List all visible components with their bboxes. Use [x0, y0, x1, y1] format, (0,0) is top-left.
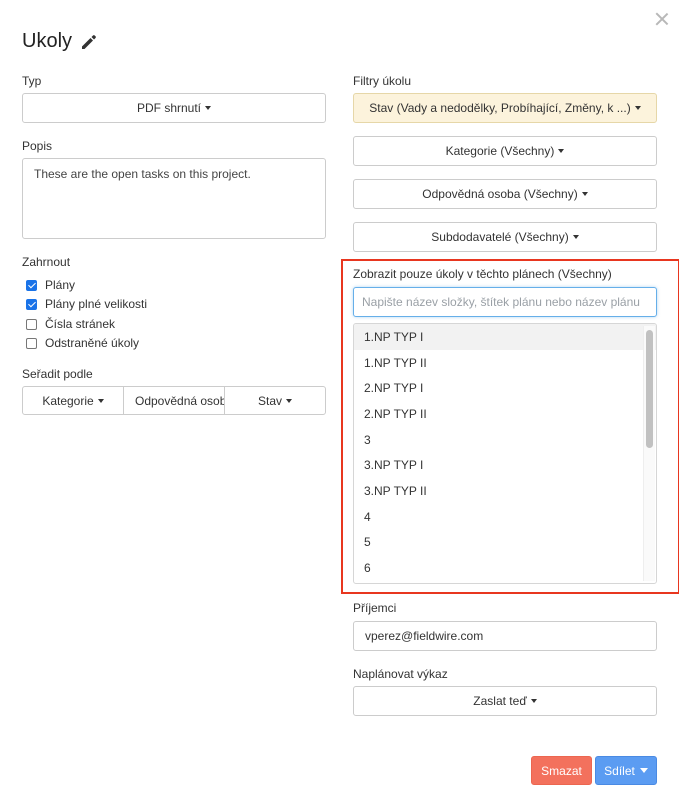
subcontractor-filter-dropdown[interactable]: Subdodavatelé (Všechny): [353, 222, 657, 252]
sort-button-label: Stav: [257, 393, 282, 408]
filters-label: Filtry úkolu: [353, 74, 412, 88]
plans-list-item[interactable]: 4: [354, 504, 656, 530]
include-option-deleted-tasks[interactable]: Odstraněné úkoly: [26, 336, 139, 350]
caret-down-icon: [558, 149, 565, 153]
include-option-plans[interactable]: Plány: [26, 278, 75, 292]
checkbox-checked-icon[interactable]: [26, 298, 37, 310]
plans-list-item[interactable]: 5: [354, 530, 656, 556]
schedule-dropdown[interactable]: Zaslat teď: [353, 686, 657, 716]
share-button-label: Sdílet: [604, 763, 635, 778]
include-option-label: Plány plné velikosti: [45, 297, 148, 311]
plans-list-item[interactable]: 3.NP TYP I: [354, 452, 656, 478]
caret-down-icon: [97, 398, 104, 403]
plans-search-input[interactable]: [353, 287, 657, 317]
category-filter-dropdown[interactable]: Kategorie (Všechny): [353, 136, 657, 166]
plans-list-item[interactable]: 3.NP TYP II: [354, 478, 656, 504]
recipients-input[interactable]: vperez@fieldwire.com: [353, 621, 657, 651]
caret-down-icon: [634, 106, 641, 110]
plans-list-item[interactable]: 2.NP TYP I: [354, 375, 656, 401]
sort-by-assignee-button[interactable]: Odpovědná osoba: [123, 386, 225, 415]
include-option-label: Odstraněné úkoly: [45, 336, 140, 350]
assignee-filter-label: Odpovědná osoba (Všechny): [422, 187, 578, 201]
modal-header: Ukoly: [22, 30, 98, 53]
caret-down-icon: [639, 768, 648, 773]
caret-down-icon: [286, 398, 292, 403]
plans-list[interactable]: 1.NP TYP I 1.NP TYP II 2.NP TYP I 2.NP T…: [353, 323, 657, 584]
type-dropdown[interactable]: PDF shrnutí: [22, 93, 326, 123]
close-icon[interactable]: [653, 10, 671, 28]
assignee-filter-dropdown[interactable]: Odpovědná osoba (Všechny): [353, 179, 657, 209]
delete-button-label: Smazat: [541, 763, 582, 778]
plans-list-item[interactable]: 1.NP TYP I: [354, 324, 656, 350]
checkbox-unchecked-icon[interactable]: [26, 337, 37, 349]
plans-list-item[interactable]: 6: [354, 555, 656, 581]
category-filter-label: Kategorie (Všechny): [445, 144, 555, 158]
share-button[interactable]: Sdílet: [595, 756, 657, 785]
sort-by-category-button[interactable]: Kategorie: [22, 386, 124, 415]
pencil-icon[interactable]: [80, 33, 98, 51]
include-label: Zahrnout: [22, 255, 71, 269]
caret-down-icon: [530, 699, 537, 703]
status-filter-label: Stav (Vady a nedodělky, Probíhající, Změ…: [369, 101, 631, 115]
include-option-full-size-plans[interactable]: Plány plné velikosti: [26, 297, 147, 311]
type-dropdown-label: PDF shrnutí: [136, 101, 202, 115]
sort-label: Seřadit podle: [22, 367, 93, 381]
scrollbar-thumb[interactable]: [646, 330, 653, 448]
description-textarea[interactable]: These are the open tasks on this project…: [22, 158, 326, 239]
checkbox-checked-icon[interactable]: [26, 279, 37, 291]
description-label: Popis: [22, 139, 53, 153]
sort-button-label: Kategorie: [42, 393, 94, 408]
plans-list-scrollbar[interactable]: [643, 326, 655, 581]
include-option-label: Plány: [45, 278, 76, 292]
schedule-label: Naplánovat výkaz: [353, 667, 448, 681]
sort-button-group: Kategorie Odpovědná osoba Stav: [22, 386, 326, 415]
checkbox-unchecked-icon[interactable]: [26, 318, 37, 330]
sort-by-status-button[interactable]: Stav: [224, 386, 326, 415]
schedule-dropdown-label: Zaslat teď: [473, 694, 527, 708]
modal-title: Ukoly: [22, 30, 73, 52]
include-option-page-numbers[interactable]: Čísla stránek: [26, 317, 115, 331]
include-option-label: Čísla stránek: [45, 317, 116, 331]
plans-filter-label: Zobrazit pouze úkoly v těchto plánech (V…: [353, 267, 612, 281]
delete-button[interactable]: Smazat: [531, 756, 592, 785]
recipients-label: Příjemci: [353, 601, 397, 615]
subcontractor-filter-label: Subdodavatelé (Všechny): [431, 230, 569, 244]
status-filter-dropdown[interactable]: Stav (Vady a nedodělky, Probíhající, Změ…: [353, 93, 657, 123]
caret-down-icon: [572, 235, 579, 239]
plans-list-item[interactable]: 1.NP TYP II: [354, 350, 656, 376]
caret-down-icon: [205, 106, 212, 110]
type-label: Typ: [22, 74, 42, 88]
sort-button-label: Odpovědná osoba: [135, 393, 225, 408]
plans-list-item[interactable]: 2.NP TYP II: [354, 401, 656, 427]
plans-list-item[interactable]: 3: [354, 427, 656, 453]
caret-down-icon: [581, 192, 588, 196]
